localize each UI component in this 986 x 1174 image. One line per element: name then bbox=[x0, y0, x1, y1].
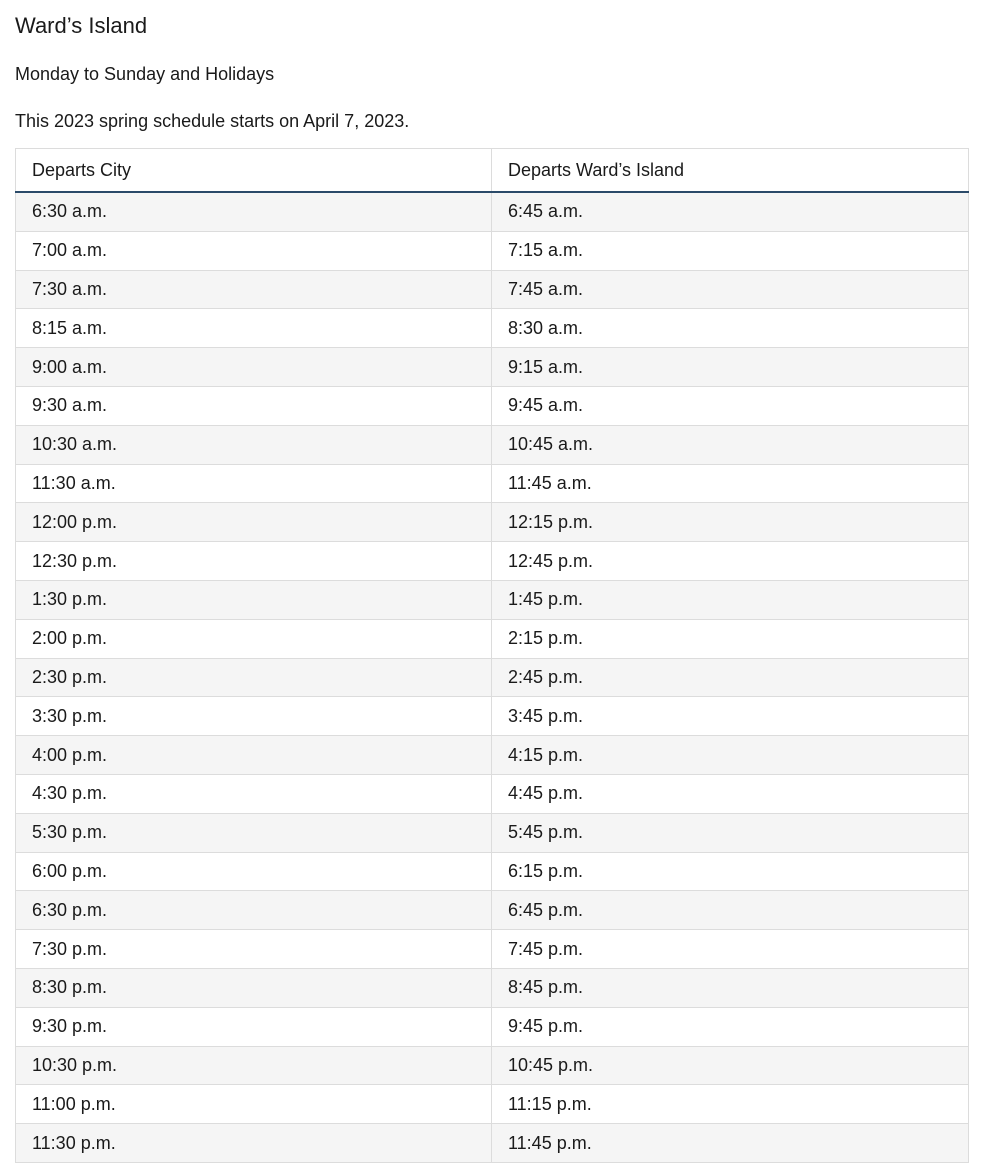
departs-city-time: 6:30 a.m. bbox=[15, 191, 492, 232]
departs-wards-island-time: 9:45 a.m. bbox=[491, 385, 969, 426]
departs-wards-island-time: 2:15 p.m. bbox=[491, 618, 969, 659]
departs-wards-island-time: 7:15 a.m. bbox=[491, 230, 969, 271]
table-row: 6:30 p.m. 6:45 p.m. bbox=[15, 890, 969, 931]
departs-city-time: 7:30 p.m. bbox=[15, 929, 492, 969]
departs-wards-island-time: 3:45 p.m. bbox=[491, 696, 969, 737]
departs-city-time: 9:30 p.m. bbox=[15, 1006, 492, 1047]
departs-city-time: 11:30 p.m. bbox=[15, 1123, 492, 1163]
table-body: 6:30 a.m. 6:45 a.m. 7:00 a.m. 7:15 a.m. 7:30… bbox=[15, 191, 969, 1163]
departs-city-time: 7:30 a.m. bbox=[15, 269, 492, 310]
departs-wards-island-time: 12:15 p.m. bbox=[491, 502, 969, 543]
departs-wards-island-time: 10:45 p.m. bbox=[491, 1045, 969, 1086]
departs-wards-island-time: 4:45 p.m. bbox=[491, 773, 969, 814]
ferry-schedule-table: Departs City Departs Ward’s Island 6:30 … bbox=[15, 148, 969, 1163]
table-row: 9:30 a.m. 9:45 a.m. bbox=[15, 385, 969, 426]
table-row: 2:30 p.m. 2:45 p.m. bbox=[15, 657, 969, 698]
departs-city-time: 6:30 p.m. bbox=[15, 890, 492, 931]
table-row: 4:30 p.m. 4:45 p.m. bbox=[15, 773, 969, 814]
departs-city-time: 7:00 a.m. bbox=[15, 230, 492, 271]
table-row: 7:30 a.m. 7:45 a.m. bbox=[15, 269, 969, 310]
table-row: 8:15 a.m. 8:30 a.m. bbox=[15, 308, 969, 349]
departs-city-time: 8:30 p.m. bbox=[15, 967, 492, 1008]
departs-wards-island-time: 12:45 p.m. bbox=[491, 541, 969, 581]
departs-wards-island-time: 6:45 p.m. bbox=[491, 890, 969, 931]
schedule-page: Ward’s Island Monday to Sunday and Holid… bbox=[15, 0, 969, 1163]
departs-wards-island-time: 8:30 a.m. bbox=[491, 308, 969, 349]
departs-city-time: 5:30 p.m. bbox=[15, 812, 492, 853]
departs-city-time: 4:30 p.m. bbox=[15, 773, 492, 814]
departs-city-time: 6:00 p.m. bbox=[15, 851, 492, 892]
departs-wards-island-time: 7:45 a.m. bbox=[491, 269, 969, 310]
departs-city-time: 11:30 a.m. bbox=[15, 463, 492, 504]
table-row: 4:00 p.m. 4:15 p.m. bbox=[15, 735, 969, 775]
table-row: 11:30 p.m. 11:45 p.m. bbox=[15, 1123, 969, 1163]
column-header-departs-wards-island: Departs Ward’s Island bbox=[491, 148, 969, 193]
departs-wards-island-time: 4:15 p.m. bbox=[491, 735, 969, 775]
departs-wards-island-time: 2:45 p.m. bbox=[491, 657, 969, 698]
departs-wards-island-time: 1:45 p.m. bbox=[491, 579, 969, 620]
departs-city-time: 10:30 a.m. bbox=[15, 424, 492, 465]
departs-city-time: 10:30 p.m. bbox=[15, 1045, 492, 1086]
table-row: 9:00 a.m. 9:15 a.m. bbox=[15, 347, 969, 387]
departs-wards-island-time: 11:45 a.m. bbox=[491, 463, 969, 504]
table-row: 10:30 a.m. 10:45 a.m. bbox=[15, 424, 969, 465]
table-row: 6:00 p.m. 6:15 p.m. bbox=[15, 851, 969, 892]
table-row: 7:30 p.m. 7:45 p.m. bbox=[15, 929, 969, 969]
table-row: 9:30 p.m. 9:45 p.m. bbox=[15, 1006, 969, 1047]
departs-city-time: 2:30 p.m. bbox=[15, 657, 492, 698]
table-row: 3:30 p.m. 3:45 p.m. bbox=[15, 696, 969, 737]
departs-city-time: 4:00 p.m. bbox=[15, 735, 492, 775]
departs-city-time: 1:30 p.m. bbox=[15, 579, 492, 620]
departs-wards-island-time: 11:15 p.m. bbox=[491, 1084, 969, 1125]
departs-wards-island-time: 11:45 p.m. bbox=[491, 1123, 969, 1163]
departs-wards-island-time: 7:45 p.m. bbox=[491, 929, 969, 969]
departs-wards-island-time: 10:45 a.m. bbox=[491, 424, 969, 465]
departs-wards-island-time: 9:45 p.m. bbox=[491, 1006, 969, 1047]
column-header-departs-city: Departs City bbox=[15, 148, 492, 193]
departs-city-time: 9:00 a.m. bbox=[15, 347, 492, 387]
table-row: 11:30 a.m. 11:45 a.m. bbox=[15, 463, 969, 504]
departs-city-time: 12:00 p.m. bbox=[15, 502, 492, 543]
table-row: 8:30 p.m. 8:45 p.m. bbox=[15, 967, 969, 1008]
table-row: 6:30 a.m. 6:45 a.m. bbox=[15, 191, 969, 232]
table-row: 11:00 p.m. 11:15 p.m. bbox=[15, 1084, 969, 1125]
table-row: 1:30 p.m. 1:45 p.m. bbox=[15, 579, 969, 620]
departs-wards-island-time: 8:45 p.m. bbox=[491, 967, 969, 1008]
table-row: 10:30 p.m. 10:45 p.m. bbox=[15, 1045, 969, 1086]
departs-city-time: 3:30 p.m. bbox=[15, 696, 492, 737]
table-header-row: Departs City Departs Ward’s Island bbox=[15, 148, 969, 193]
page-title: Ward’s Island bbox=[15, 13, 148, 38]
departs-wards-island-time: 6:15 p.m. bbox=[491, 851, 969, 892]
departs-wards-island-time: 5:45 p.m. bbox=[491, 812, 969, 853]
table-row: 5:30 p.m. 5:45 p.m. bbox=[15, 812, 969, 853]
departs-city-time: 11:00 p.m. bbox=[15, 1084, 492, 1125]
table-row: 7:00 a.m. 7:15 a.m. bbox=[15, 230, 969, 271]
departs-city-time: 2:00 p.m. bbox=[15, 618, 492, 659]
table-row: 12:00 p.m. 12:15 p.m. bbox=[15, 502, 969, 543]
schedule-note: This 2023 spring schedule starts on Apri… bbox=[15, 111, 410, 131]
table-row: 12:30 p.m. 12:45 p.m. bbox=[15, 541, 969, 581]
departs-city-time: 8:15 a.m. bbox=[15, 308, 492, 349]
departs-wards-island-time: 9:15 a.m. bbox=[491, 347, 969, 387]
service-days-label: Monday to Sunday and Holidays bbox=[15, 64, 275, 84]
departs-city-time: 12:30 p.m. bbox=[15, 541, 492, 581]
table-row: 2:00 p.m. 2:15 p.m. bbox=[15, 618, 969, 659]
departs-wards-island-time: 6:45 a.m. bbox=[491, 191, 969, 232]
departs-city-time: 9:30 a.m. bbox=[15, 385, 492, 426]
